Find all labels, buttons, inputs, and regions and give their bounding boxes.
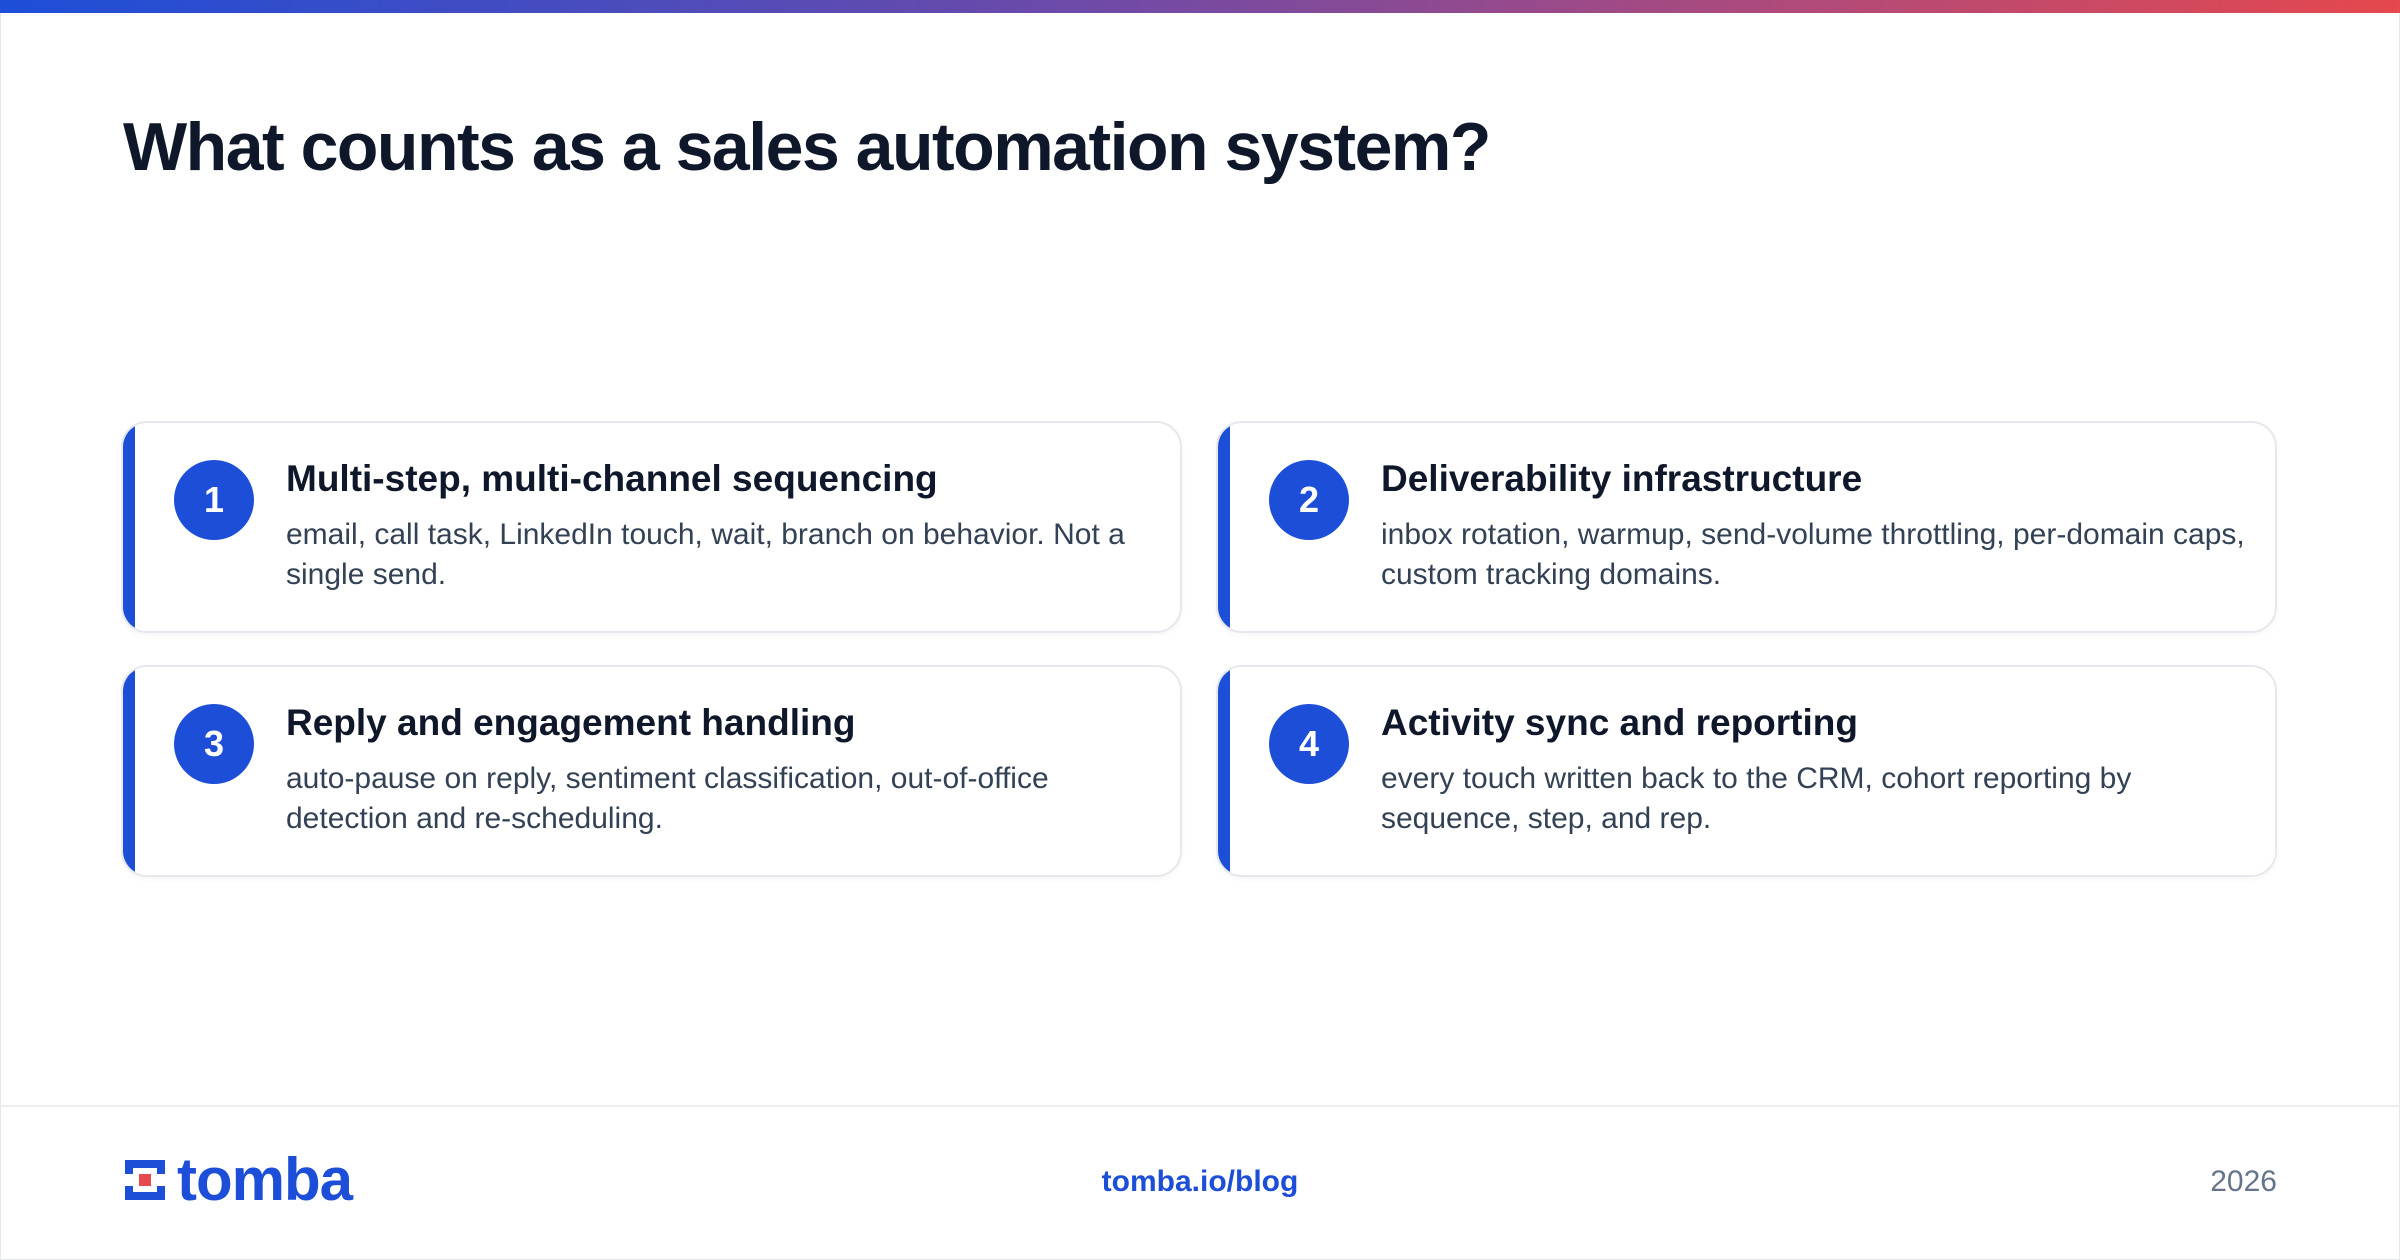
card-number-badge: 2 — [1269, 460, 1349, 540]
feature-card-2: 2 Deliverability infrastructure inbox ro… — [1216, 421, 2277, 633]
card-heading: Deliverability infrastructure — [1381, 458, 1863, 499]
card-heading: Multi-step, multi-channel sequencing — [286, 458, 938, 499]
card-accent-bar — [123, 667, 135, 875]
card-number-badge: 3 — [174, 704, 254, 784]
card-accent-bar — [1218, 423, 1230, 631]
feature-card-1: 1 Multi-step, multi-channel sequencing e… — [121, 421, 1182, 633]
card-accent-bar — [1218, 667, 1230, 875]
top-gradient-bar — [0, 0, 2400, 13]
card-description: inbox rotation, warmup, send-volume thro… — [1381, 518, 2245, 591]
page-title: What counts as a sales automation system… — [123, 109, 1491, 185]
card-number-badge: 1 — [174, 460, 254, 540]
card-description: every touch written back to the CRM, coh… — [1381, 762, 2132, 835]
card-heading: Reply and engagement handling — [286, 702, 856, 743]
feature-card-4: 4 Activity sync and reporting every touc… — [1216, 665, 2277, 877]
footer-divider — [0, 1105, 2400, 1107]
card-heading: Activity sync and reporting — [1381, 702, 1858, 743]
card-description: auto-pause on reply, sentiment classific… — [286, 762, 1049, 835]
feature-card-3: 3 Reply and engagement handling auto-pau… — [121, 665, 1182, 877]
blog-link[interactable]: tomba.io/blog — [0, 1165, 2400, 1199]
card-description: email, call task, LinkedIn touch, wait, … — [286, 518, 1125, 591]
footer-year: 2026 — [2210, 1165, 2277, 1198]
card-number-badge: 4 — [1269, 704, 1349, 784]
card-accent-bar — [123, 423, 135, 631]
